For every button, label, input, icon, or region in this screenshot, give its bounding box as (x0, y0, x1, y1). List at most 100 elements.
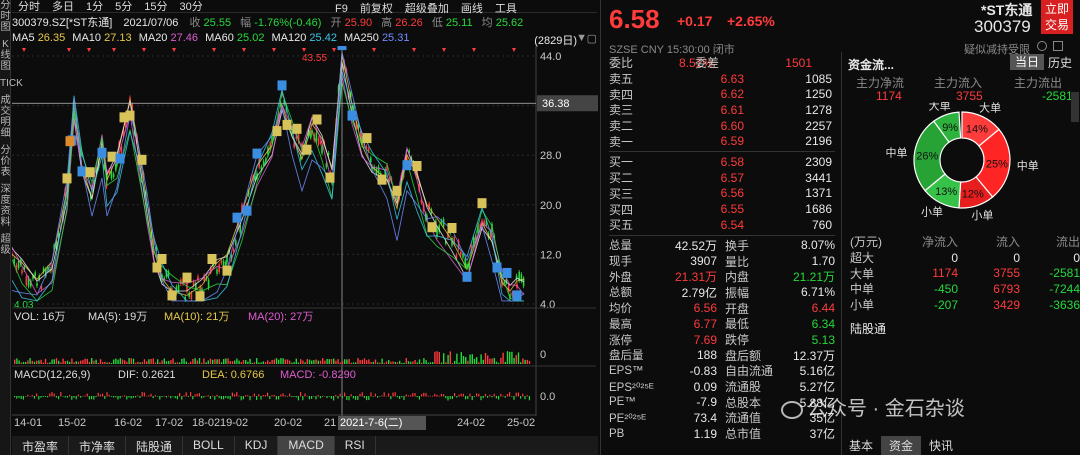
vol-bar (322, 358, 324, 364)
vol-bar (480, 354, 482, 364)
period-tab-3[interactable]: 5分 (109, 0, 138, 14)
indicator-tab-0[interactable]: 市盈率 (12, 436, 70, 455)
indicator-tab-1[interactable]: 市净率 (69, 436, 127, 455)
macd-bar (194, 394, 196, 397)
period-tab-5[interactable]: 30分 (174, 0, 209, 14)
top-right-tools: F9 前复权 超级叠加 画线 工具 (335, 0, 529, 15)
signal-marker (362, 133, 372, 144)
macd-bar (478, 393, 480, 397)
ask-row-3: 卖二 6.60 2257 (609, 118, 835, 134)
macd-bar (218, 396, 220, 398)
left-tool-5[interactable]: 深度资料 (0, 184, 11, 228)
watermark: 公众号 · 金石杂谈 (781, 392, 965, 421)
ask-row-4: 卖一 6.59 2196 (609, 133, 835, 149)
macd-bar (465, 396, 467, 400)
macd-bar (31, 395, 33, 397)
signal-marker (402, 160, 412, 171)
stat-label-b-0: 换手 (725, 238, 750, 253)
arrow-down-icon[interactable]: ▼ (576, 32, 587, 44)
vol-bar (126, 361, 128, 364)
macd-bar (223, 396, 225, 400)
vol-bar (394, 362, 396, 364)
ask-row-4-volume: 2196 (805, 134, 832, 149)
left-tool-6[interactable]: 超级 (0, 234, 11, 256)
indicator-tab-2[interactable]: 陆股通 (126, 436, 184, 455)
vol-bar (333, 358, 335, 364)
vol-bar (110, 362, 113, 364)
fund-table: (万元) 净流入 流入 流出 超大 0 0 0 大单 1174 3755 -2581 中单 -450 679… (850, 234, 1080, 312)
ma60-value: 25.02 (236, 32, 265, 44)
left-tool-2[interactable]: TICK (0, 78, 23, 89)
candle-body (218, 264, 220, 273)
vol-bar (326, 359, 328, 364)
scrollbar[interactable] (1071, 92, 1079, 122)
ask-row-0-volume: 1085 (805, 71, 832, 86)
vol-bar (135, 362, 137, 364)
macd-bar (225, 396, 227, 398)
vol-bar (262, 361, 264, 364)
macd-bar (379, 396, 381, 397)
macd-bar (209, 396, 211, 399)
vol-bar (357, 358, 359, 364)
vol-bar (513, 357, 515, 364)
macd-bar (102, 393, 104, 397)
right-tab-2[interactable]: 快讯 (921, 436, 961, 455)
indicator-tab-3[interactable]: BOLL (183, 436, 235, 455)
macd-bar (245, 395, 247, 397)
macd-bar (489, 394, 491, 397)
vol-bar (443, 353, 445, 364)
candle-body (177, 285, 180, 292)
vol-bar (403, 362, 405, 364)
period-tab-1[interactable]: 多日 (46, 0, 80, 14)
macd-bar (183, 395, 185, 397)
macd-bar (359, 393, 361, 397)
left-tool-3[interactable]: 成交明细 (0, 95, 11, 139)
kline-chart[interactable]: 44.036.028.020.012.04.036.3843.554.03VOL… (12, 46, 598, 431)
period-tab-2[interactable]: 1分 (80, 0, 109, 14)
tab-today[interactable]: 当日 (1010, 54, 1044, 70)
chg-value: -1.76%(-0.46) (254, 17, 322, 29)
bid-row-2-price: 6.56 (720, 186, 744, 201)
macd-bar (25, 396, 27, 397)
macd-bar (500, 393, 502, 397)
left-tool-1[interactable]: K线图 (0, 39, 11, 72)
tab-history[interactable]: 历史 (1048, 54, 1072, 71)
stat-label-b-9: 流通股 (725, 380, 762, 395)
stat-label-a-0: 总量 (609, 240, 632, 253)
indicator-tab-6[interactable]: RSI (335, 436, 376, 455)
vol-bar (269, 361, 271, 364)
ma120-value: 25.42 (309, 32, 337, 44)
trade-button[interactable]: 立即 交易 (1041, 0, 1073, 34)
period-tab-0[interactable]: 分时 (12, 0, 46, 14)
right-tab-1[interactable]: 资金 (881, 436, 922, 455)
indicator-tab-4[interactable]: KDJ (235, 436, 279, 455)
period-tab-4[interactable]: 15分 (138, 0, 173, 14)
ma10-value: 27.13 (104, 32, 132, 44)
macd-bar (119, 396, 121, 399)
vol-bar (344, 359, 346, 364)
left-tool-0[interactable]: 分时图 (0, 0, 11, 33)
signal-marker (222, 265, 232, 276)
vol-bar (66, 360, 69, 364)
vol-bar (458, 362, 460, 364)
macd-bar (522, 393, 524, 397)
right-tab-0[interactable]: 基本 (841, 436, 881, 455)
settings-icon[interactable] (1053, 41, 1063, 51)
macd-bar (77, 394, 79, 397)
vol-bar (231, 361, 234, 364)
vol-bar (517, 352, 520, 364)
lock-icon[interactable]: ▢ (587, 32, 597, 45)
vol-bar (179, 362, 181, 364)
macd-bar (205, 395, 207, 397)
vol-bar (176, 362, 179, 364)
info-icon[interactable] (1037, 41, 1047, 51)
left-tool-4[interactable]: 分价表 (0, 145, 11, 178)
macd-bar (385, 395, 387, 397)
stat-label-a-6: 涨停 (609, 334, 632, 347)
pie-pct-1: 26% (916, 151, 938, 163)
vol-bar (207, 360, 209, 364)
stat-label-a-8: EPS™ (609, 364, 644, 377)
indicator-tab-5[interactable]: MACD (278, 436, 335, 455)
macd-bar (143, 392, 145, 397)
high-value: 26.26 (395, 17, 423, 29)
